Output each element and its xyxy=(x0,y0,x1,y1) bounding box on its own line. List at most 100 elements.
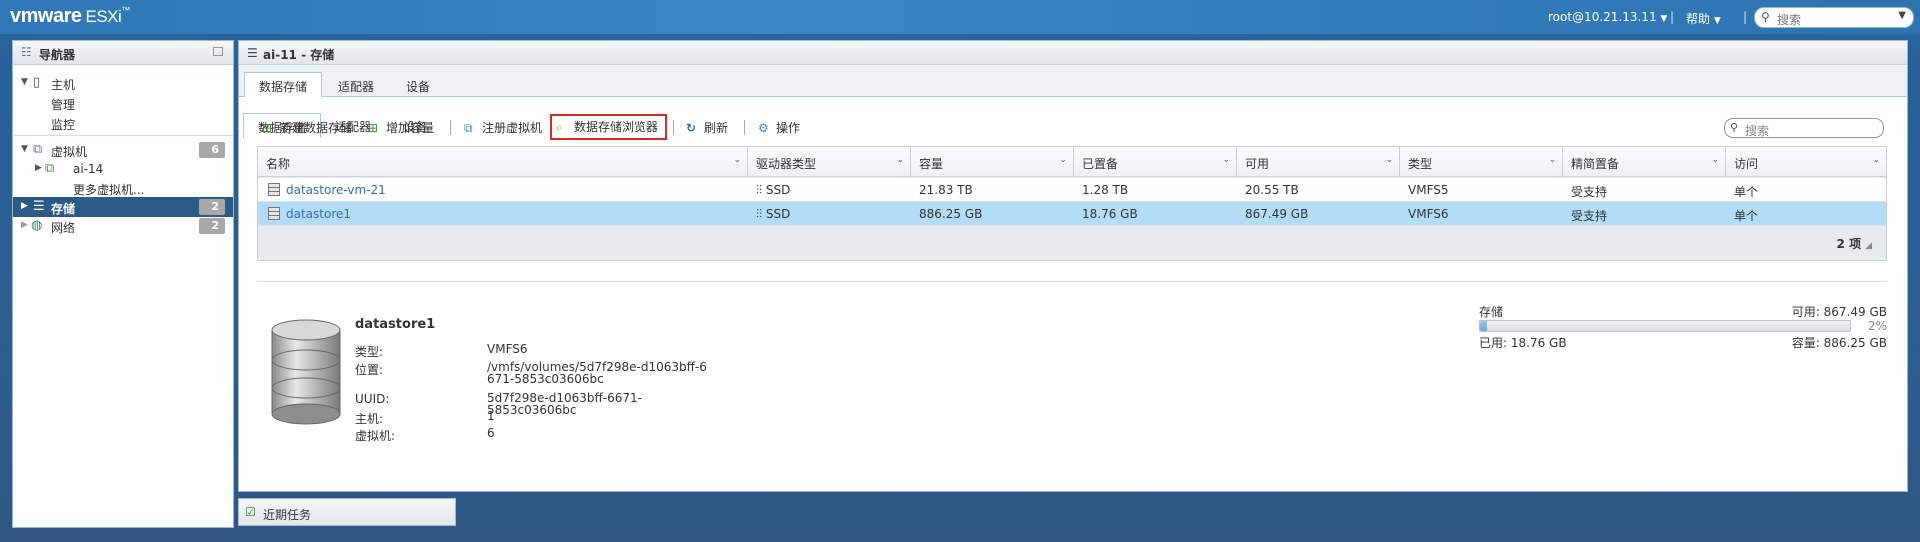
new-datastore-icon: ⊞ xyxy=(262,121,273,135)
nav-item-host[interactable]: ▼ ▯ 主机 xyxy=(13,73,233,93)
expand-arrow-icon[interactable]: ▶ xyxy=(21,220,28,230)
detail-value: /vmfs/volumes/5d7f298e-d1063bff-6671-585… xyxy=(487,360,707,386)
actions-button[interactable]: ⚙ 操作 xyxy=(754,116,804,138)
chevron-down-icon[interactable]: ⌄ xyxy=(733,155,741,165)
table-search-input[interactable]: 搜索 xyxy=(1745,122,1769,139)
chevron-down-icon: ▼ xyxy=(1660,14,1668,24)
datastore-browser-button[interactable]: ⌕ 数据存储浏览器 xyxy=(550,114,667,140)
table-row-selected[interactable]: datastore1 ⫶⫶ SSD 886.25 GB 18.76 GB 867… xyxy=(258,202,1886,226)
recent-tasks-label: 近期任务 xyxy=(263,508,312,522)
navigator-header: ☷ 导航器 xyxy=(13,41,233,65)
global-search[interactable]: ⚲ 搜索 ▼ xyxy=(1754,7,1914,28)
capacity-label: 存储 xyxy=(1479,305,1504,319)
database-icon xyxy=(271,319,341,425)
expand-arrow-icon[interactable]: ▼ xyxy=(21,77,28,87)
chevron-down-icon[interactable]: ⌄ xyxy=(896,155,904,165)
nav-item-storage[interactable]: ▶ ☰ 存储 2 xyxy=(13,197,233,217)
column-header-type[interactable]: 类型 ⌄ xyxy=(1400,147,1563,177)
tab-strip xyxy=(239,65,1907,97)
count-badge: 2 xyxy=(199,218,225,234)
count-badge: 2 xyxy=(199,199,225,215)
nav-item-more-vms[interactable]: 更多虚拟机... xyxy=(13,178,233,198)
user-menu[interactable]: root@10.21.13.11 ▼ xyxy=(1548,10,1667,24)
nav-item-ai-14[interactable]: ▶ ⧉ ai-14 xyxy=(13,159,233,179)
increase-capacity-button[interactable]: ⊞ 增加容量 xyxy=(364,116,438,138)
nav-item-manage[interactable]: 管理 xyxy=(13,93,233,113)
separator: | xyxy=(1670,10,1675,24)
vm-running-icon: ⧉ xyxy=(45,161,55,176)
column-header-thin-provisioning[interactable]: 精简置备 ⌄ xyxy=(1563,147,1726,177)
expand-arrow-icon[interactable]: ▶ xyxy=(35,163,42,173)
separator xyxy=(450,120,451,135)
item-count: 2 项 xyxy=(1836,237,1862,251)
detail-label: 主机: xyxy=(355,412,384,426)
provisioned-cell: 18.76 GB xyxy=(1082,207,1138,221)
navigator-icon: ☷ xyxy=(21,45,32,59)
expand-arrow-icon[interactable]: ▼ xyxy=(21,144,28,154)
increase-capacity-icon: ⊞ xyxy=(368,121,379,135)
separator xyxy=(744,120,745,135)
tab-adapters[interactable]: 适配器 xyxy=(324,73,388,97)
register-vm-button[interactable]: ⧉ 注册虚拟机 xyxy=(460,116,546,138)
chevron-down-icon[interactable]: ⌄ xyxy=(1872,155,1880,165)
chevron-down-icon[interactable]: ⌄ xyxy=(1711,155,1719,165)
nav-item-label: 更多虚拟机... xyxy=(73,183,145,197)
divider xyxy=(257,281,1887,282)
column-header-access[interactable]: 访问 ⌄ xyxy=(1726,147,1886,177)
search-input[interactable]: 搜索 xyxy=(1777,11,1801,28)
tasks-icon: ☑ xyxy=(245,505,256,519)
detail-label: 位置: xyxy=(355,363,384,377)
thin-provisioning-cell: 受支持 xyxy=(1571,209,1608,223)
recent-tasks-panel[interactable]: ☑ 近期任务 xyxy=(238,498,456,526)
column-header-name[interactable]: 名称 ⌄ xyxy=(258,147,748,177)
storage-capacity: 存储 可用: 867.49 GB 2% 已用: 18.76 GB 容量: 886… xyxy=(1479,303,1887,353)
nav-item-monitor[interactable]: 监控 xyxy=(13,113,233,133)
nav-item-label: 存储 xyxy=(51,202,76,216)
column-header-free[interactable]: 可用 ⌄ xyxy=(1237,147,1400,177)
separator: | xyxy=(1743,10,1748,24)
expand-arrow-icon[interactable]: ▶ xyxy=(21,201,28,211)
nav-item-label: 主机 xyxy=(51,78,76,92)
chevron-down-icon[interactable]: ⌄ xyxy=(1059,155,1067,165)
drive-type-cell: ⫶⫶ SSD xyxy=(756,207,791,221)
datastore-name-link[interactable]: datastore-vm-21 xyxy=(286,183,386,197)
tab-datastores[interactable]: 数据存储 xyxy=(244,72,323,97)
access-cell: 单个 xyxy=(1734,185,1759,199)
tab-devices[interactable]: 设备 xyxy=(392,73,444,97)
collapse-icon[interactable] xyxy=(213,47,223,56)
detail-label: UUID: xyxy=(355,392,390,406)
drive-type-cell: ⫶⫶ SSD xyxy=(756,183,791,197)
nav-item-vms[interactable]: ▼ ⧉ 虚拟机 6 xyxy=(13,140,233,160)
nav-item-label: 监控 xyxy=(51,118,76,132)
nav-item-network[interactable]: ▶ ◍ 网络 2 xyxy=(13,216,233,236)
help-menu[interactable]: 帮助 ▼ xyxy=(1686,10,1721,27)
refresh-icon: ↻ xyxy=(686,121,697,135)
divider xyxy=(13,135,233,136)
navigator-panel: ☷ 导航器 ▼ ▯ 主机 管理 监控 ▼ ⧉ 虚拟机 6 ▶ ⧉ ai-14 更… xyxy=(12,40,234,528)
provisioned-cell: 1.28 TB xyxy=(1082,183,1129,197)
column-header-drive-type[interactable]: 驱动器类型 ⌄ xyxy=(748,147,911,177)
refresh-button[interactable]: ↻ 刷新 xyxy=(682,116,732,138)
product-name: ESXi™ xyxy=(85,5,131,26)
column-header-provisioned[interactable]: 已置备 ⌄ xyxy=(1074,147,1237,177)
datastore-name-link[interactable]: datastore1 xyxy=(286,207,351,221)
chevron-down-icon[interactable]: ▼ xyxy=(1898,10,1906,21)
chevron-down-icon[interactable]: ⌄ xyxy=(1385,155,1393,165)
type-cell: VMFS6 xyxy=(1408,207,1449,221)
column-header-capacity[interactable]: 容量 ⌄ xyxy=(911,147,1074,177)
detail-value: VMFS6 xyxy=(487,342,528,356)
capacity-total: 容量: 886.25 GB xyxy=(1791,336,1887,350)
separator xyxy=(673,120,674,135)
resize-grip-icon[interactable]: ◢ xyxy=(1865,241,1872,251)
chevron-down-icon[interactable]: ⌄ xyxy=(1222,155,1230,165)
table-row[interactable]: datastore-vm-21 ⫶⫶ SSD 21.83 TB 1.28 TB … xyxy=(258,178,1886,202)
host-icon: ▯ xyxy=(33,75,41,90)
capacity-free: 可用: 867.49 GB xyxy=(1791,305,1887,319)
free-cell: 20.55 TB xyxy=(1245,183,1299,197)
new-datastore-button[interactable]: ⊞ 新建数据存储 xyxy=(258,116,356,138)
table-search[interactable]: ⚲ 搜索 xyxy=(1724,118,1884,138)
vm-icon: ⧉ xyxy=(33,142,43,157)
chevron-down-icon[interactable]: ⌄ xyxy=(1548,155,1556,165)
main-panel: ☰ ai-11 - 存储 数据存储 适配器 设备 xyxy=(238,40,1908,492)
search-icon: ⚲ xyxy=(1761,10,1770,24)
